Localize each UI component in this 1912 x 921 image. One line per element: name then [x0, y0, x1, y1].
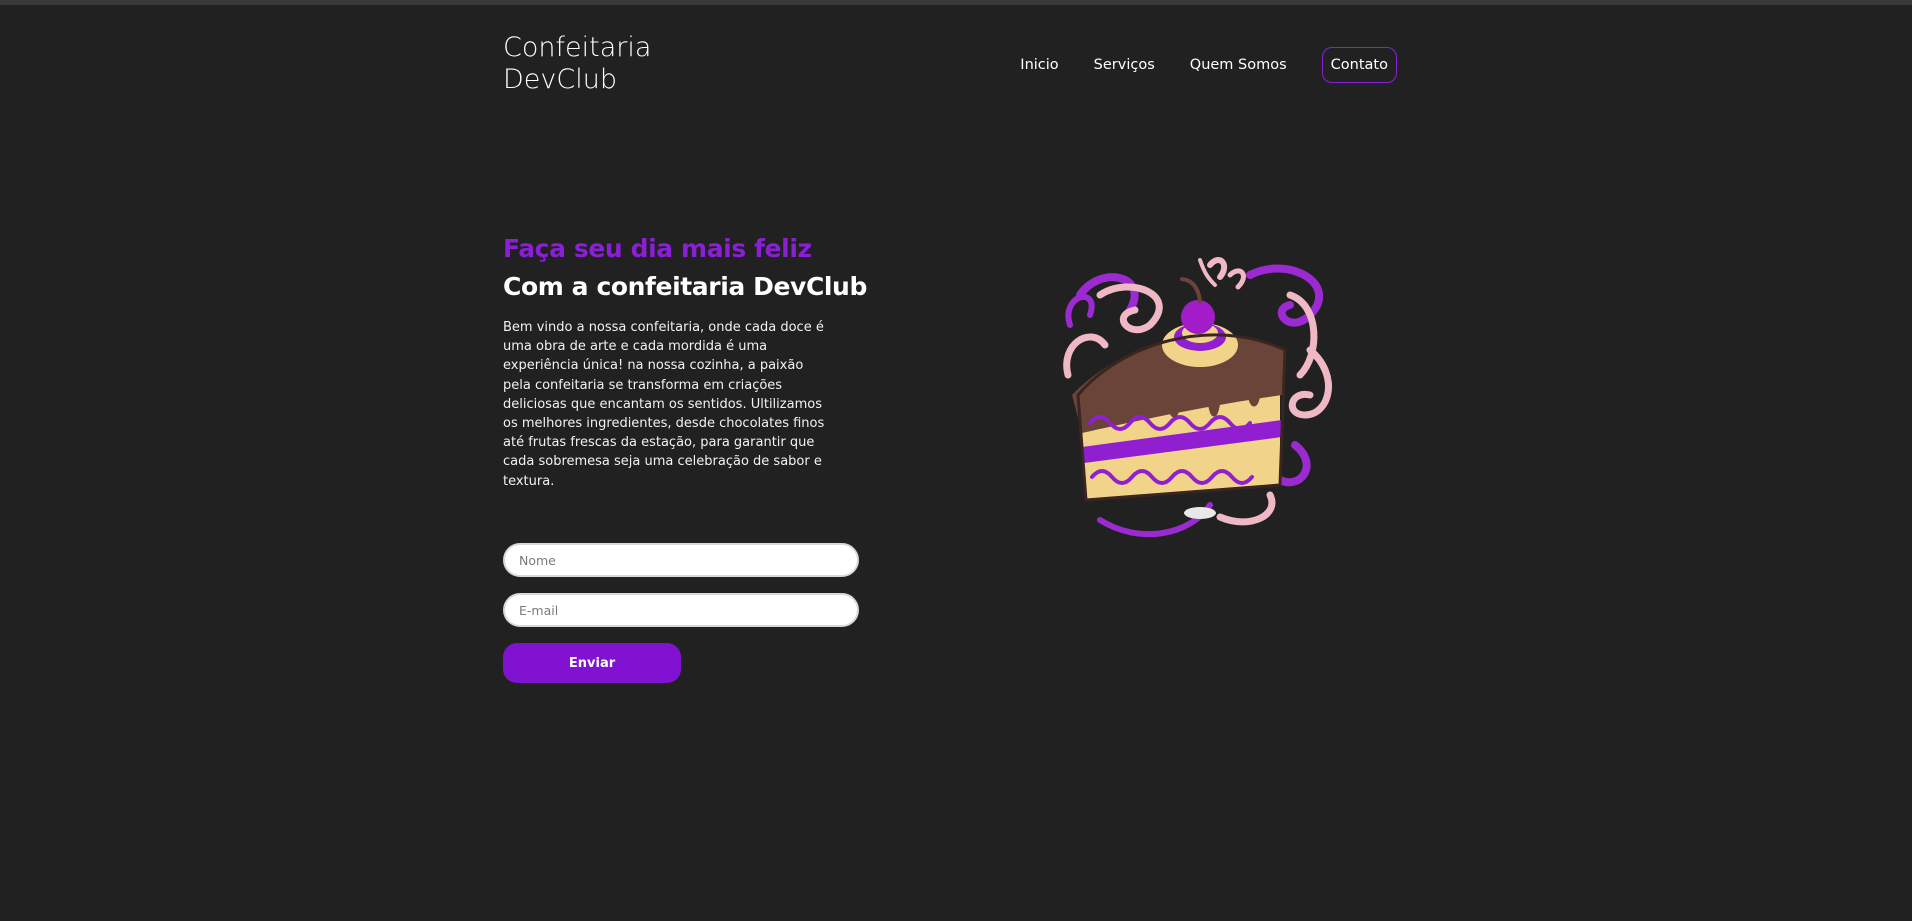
cake-slice-icon [1063, 257, 1332, 538]
logo-line-2: DevClub [503, 64, 617, 95]
logo-line-1: Confeitaria [503, 32, 652, 63]
browser-top-strip [0, 0, 1912, 5]
hero-headline-white: Com a confeitaria DevClub [503, 272, 867, 301]
hero-description: Bem vindo a nossa confeitaria, onde cada… [503, 320, 825, 489]
site-logo[interactable]: Confeitaria DevClub [503, 32, 703, 96]
name-input[interactable] [503, 543, 859, 577]
nav-link-servicos[interactable]: Serviços [1094, 57, 1155, 73]
site-header: Confeitaria DevClub Inicio Serviços Quem… [503, 30, 1397, 100]
nav-link-inicio[interactable]: Inicio [1020, 57, 1058, 73]
hero-section: Faça seu dia mais feliz Com a confeitari… [503, 230, 883, 491]
submit-button[interactable]: Enviar [503, 643, 681, 683]
main-nav: Inicio Serviços Quem Somos Contato [985, 47, 1397, 83]
cake-illustration [1060, 255, 1340, 545]
email-input[interactable] [503, 593, 859, 627]
nav-link-quem-somos[interactable]: Quem Somos [1190, 57, 1287, 73]
hero-headline-purple: Faça seu dia mais feliz [503, 234, 812, 263]
nav-link-contato[interactable]: Contato [1321, 47, 1397, 83]
signup-form: Enviar [503, 543, 859, 683]
